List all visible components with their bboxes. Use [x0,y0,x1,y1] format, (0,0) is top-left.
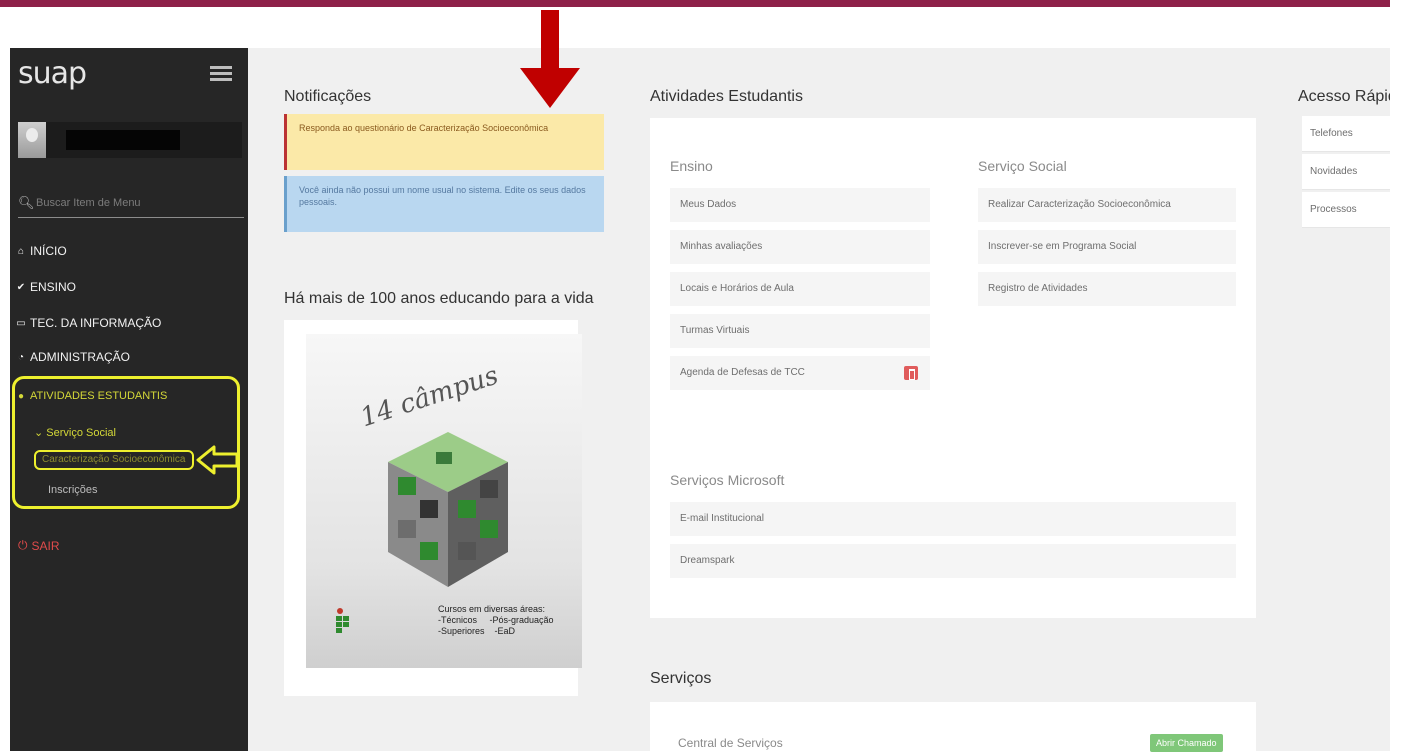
nav-inicio[interactable]: ⌂ INÍCIO [16,244,67,258]
banner-card: 14 câmpus Cursos em diversas áreas: -Téc… [284,320,582,696]
trash-icon[interactable] [904,366,918,380]
avatar [18,122,46,158]
ensino-heading: Ensino [670,158,713,174]
power-icon: ⏻ [18,538,28,552]
list-item[interactable]: Realizar Caracterização Socioeconômica [978,188,1236,222]
home-icon: ⌂ [17,245,25,257]
nav-tec-informacao[interactable]: ▭ TEC. DA INFORMAÇÃO [16,316,161,330]
servico-social-heading: Serviço Social [978,158,1067,174]
submenu-label: Serviço Social [46,427,116,439]
list-item[interactable]: Locais e Horários de Aula [670,272,930,306]
banner-title: Há mais de 100 anos educando para a vida [284,290,594,307]
submenu-servico-social[interactable]: ⌄ Serviço Social [34,426,116,439]
servicos-title: Serviços [650,670,712,687]
search-input[interactable] [36,192,236,214]
nav-administracao[interactable]: ◔ ADMINISTRAÇÃO [16,350,130,364]
list-item[interactable]: Minhas avaliações [670,230,930,264]
nav-label: ADMINISTRAÇÃO [30,350,131,364]
sidebar: suap 🔍︎ ⌂ INÍCIO ✔ ENSINO ▭ TEC. DA INFO… [10,48,248,751]
list-item[interactable]: Meus Dados [670,188,930,222]
quick-link-telefones[interactable]: Telefones [1302,116,1401,152]
nav-ensino[interactable]: ✔ ENSINO [16,280,76,294]
submenu-caracterizacao[interactable]: Caracterização Socioeconômica [34,450,194,470]
open-ticket-button[interactable]: Abrir Chamado [1150,734,1223,752]
user-name-redacted [66,130,180,150]
list-item-label: Agenda de Defesas de TCC [680,367,805,378]
down-arrow-icon [520,10,580,108]
search-icon: 🔍︎ [18,195,35,210]
atividades-title: Atividades Estudantis [650,88,803,105]
list-item[interactable]: Inscrever-se em Programa Social [978,230,1236,264]
logout-label: SAIR [31,538,60,553]
list-item[interactable]: E-mail Institucional [670,502,1236,536]
banner-caption: Cursos em diversas áreas: -Técnicos -Pós… [438,604,554,636]
menu-search: 🔍︎ [18,190,244,218]
quick-link-novidades[interactable]: Novidades [1302,154,1401,190]
list-item[interactable]: Dreamspark [670,544,1236,578]
logout-link[interactable]: ⏻ SAIR [18,538,60,553]
notifications-title: Notificações [284,88,372,105]
user-profile[interactable] [18,122,242,158]
list-item[interactable]: Turmas Virtuais [670,314,930,348]
main-content: Notificações Responda ao questionário de… [248,48,1401,752]
bulb-icon: ● [17,390,25,402]
nav-label: TEC. DA INFORMAÇÃO [30,316,162,330]
nav-label: ENSINO [30,280,77,294]
right-edge [1390,0,1401,751]
institute-logo [336,608,349,633]
brand-logo[interactable]: suap [18,56,87,91]
nav-label: INÍCIO [30,244,67,258]
menu-toggle-icon[interactable] [210,66,232,82]
quick-link-processos[interactable]: Processos [1302,192,1401,228]
banner-image: 14 câmpus Cursos em diversas áreas: -Téc… [306,334,582,668]
nav-label: ATIVIDADES ESTUDANTIS [30,390,168,402]
servicos-card: Central de Serviços Abrir Chamado [650,702,1256,752]
submenu-inscricoes[interactable]: Inscrições [48,484,98,496]
cube-illustration [388,432,508,587]
check-circle-icon: ✔ [16,281,26,293]
pie-chart-icon: ◔ [17,351,25,363]
central-servicos-heading: Central de Serviços [678,736,783,750]
chevron-down-icon: ⌄ [34,427,44,439]
top-bar [0,0,1390,7]
list-item-agenda-tcc[interactable]: Agenda de Defesas de TCC [670,356,930,390]
left-arrow-icon [196,445,239,475]
microsoft-heading: Serviços Microsoft [670,472,785,488]
atividades-card: Ensino Meus Dados Minhas avaliações Loca… [650,118,1256,618]
list-item[interactable]: Registro de Atividades [978,272,1236,306]
notification-warning[interactable]: Responda ao questionário de Caracterizaç… [284,114,604,170]
acesso-rapido-title: Acesso Rápido [1298,88,1401,105]
nav-atividades-estudantis[interactable]: ● ATIVIDADES ESTUDANTIS [16,390,167,402]
monitor-icon: ▭ [16,317,26,329]
notification-info[interactable]: Você ainda não possui um nome usual no s… [284,176,604,232]
